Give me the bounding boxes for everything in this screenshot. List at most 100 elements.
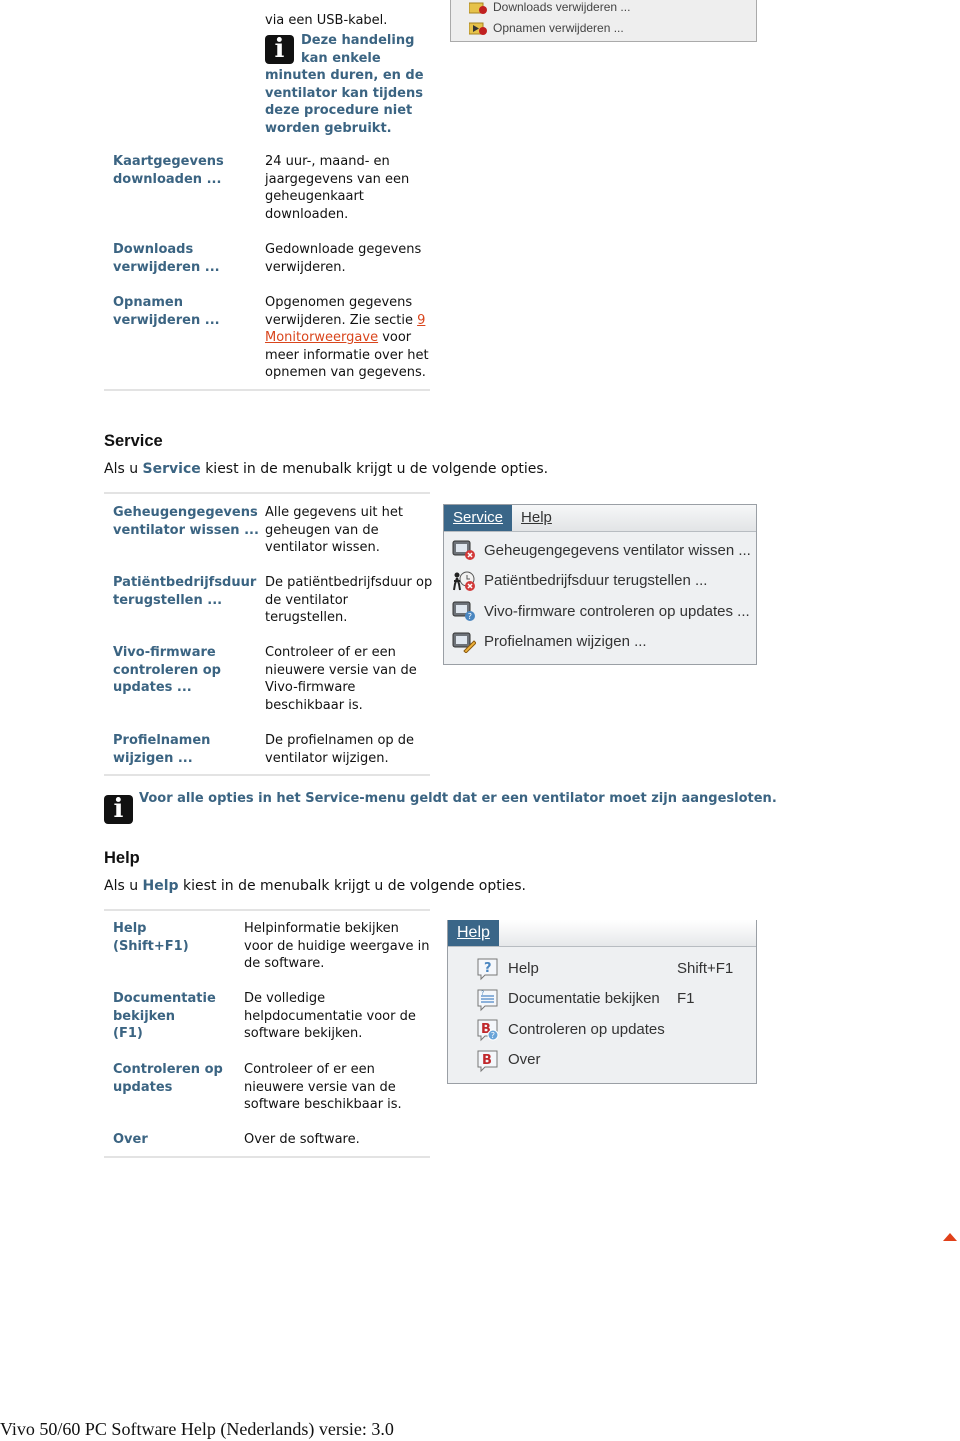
desc-line: downloaden.	[265, 206, 349, 222]
desc-line: De profielnamen op de	[265, 733, 415, 748]
menu-item-shortcut: Shift+F1	[677, 959, 734, 977]
term-line: downloaden ...	[113, 171, 222, 187]
menu-item-vivo-firmware-updates[interactable]: ? Vivo-firmware controleren op updates .…	[452, 596, 756, 627]
svg-text:?: ?	[468, 612, 472, 621]
term-line: Over	[113, 1132, 148, 1147]
desc-line: verwijderen.	[265, 259, 346, 275]
desc-line: Opgenomen gegevens	[265, 295, 413, 310]
desc-downloads-verwijderen: Gedownloade gegevens verwijderen.	[265, 241, 421, 276]
menu-item-label: Over	[508, 1051, 541, 1069]
term-opnamen-verwijderen: Opnamen verwijderen ...	[113, 294, 220, 329]
term-kaartgegevens: Kaartgegevens downloaden ...	[113, 153, 224, 188]
desc-line: Over de software.	[244, 1132, 360, 1147]
menu-tab-label: Service	[453, 509, 504, 526]
documentation-icon: ?	[476, 988, 498, 1011]
file-menu-screenshot: Downloads verwijderen ... Opnamen verwij…	[450, 0, 757, 42]
svg-text:B: B	[482, 1053, 492, 1068]
intro-text: Als u	[104, 461, 143, 477]
term-line: verwijderen ...	[113, 259, 220, 275]
menu-item-profielnamen-wijzigen[interactable]: Profielnamen wijzigen ...	[452, 627, 756, 658]
desc-line: de software.	[244, 956, 325, 972]
menu-item-downloads-verwijderen[interactable]: Downloads verwijderen ...	[451, 0, 756, 17]
patient-clock-reset-icon	[452, 570, 475, 592]
desc-opnamen-verwijderen: Opgenomen gegevens verwijderen. Zie sect…	[265, 294, 429, 382]
menubar: Help	[448, 920, 756, 947]
term-line: Controleren op	[113, 1062, 223, 1077]
table-divider	[104, 389, 430, 391]
desc-help: Helpinformatie bekijken voor de huidige …	[244, 920, 429, 973]
svg-text:?: ?	[484, 961, 492, 976]
menu-tab-service[interactable]: Service	[444, 505, 513, 531]
section-link-number[interactable]: 9	[417, 313, 425, 328]
desc-patientbedrijfsduur: De patiëntbedrijfsduur op de ventilator …	[265, 574, 432, 627]
desc-over: Over de software.	[244, 1131, 360, 1149]
menu-item-label: Help	[508, 959, 539, 977]
desc-line: Controleer of er een	[265, 645, 396, 660]
svg-text:?: ?	[491, 1031, 495, 1040]
menu-tab-label: Help	[521, 509, 552, 526]
term-patientbedrijfsduur: Patiëntbedrijfsduur terugstellen ...	[113, 574, 256, 609]
menu-item-label: Patiëntbedrijfsduur terugstellen ...	[484, 572, 708, 590]
service-note: Voor alle opties in het Service-menu gel…	[139, 791, 777, 806]
desc-line: jaargegevens van een	[265, 171, 410, 187]
menu-item-label: Documentatie bekijken	[508, 990, 660, 1008]
menu-item-label: Vivo-firmware controleren op updates ...	[484, 602, 750, 620]
term-geheugengegevens: Geheugengegevens ventilator wissen ...	[113, 504, 259, 539]
term-line: Geheugengegevens	[113, 505, 258, 520]
term-line: Opnamen	[113, 295, 184, 310]
table-divider	[104, 909, 430, 911]
term-line: (Shift+F1)	[113, 938, 189, 954]
note-line: deze procedure niet	[265, 103, 413, 119]
usb-cable-text: via een USB-kabel.	[265, 13, 388, 28]
menu-item-controleren-updates[interactable]: B? Controleren op updates	[476, 1014, 756, 1045]
desc-line: geheugen van de	[265, 522, 379, 538]
monitor-question-icon: ?	[452, 600, 475, 622]
intro-text: kiest in de menubalk krijgt u de volgend…	[200, 461, 549, 477]
term-vivo-firmware: Vivo-firmware controleren op updates ...	[113, 644, 221, 697]
desc-line: Monitorweergave voor	[265, 329, 429, 347]
term-line: wijzigen ...	[113, 750, 193, 766]
desc-line: ventilator wijzigen.	[265, 750, 389, 766]
term-line: Kaartgegevens	[113, 154, 224, 169]
desc-line: Vivo-firmware	[265, 680, 356, 696]
term-downloads-verwijderen: Downloads verwijderen ...	[113, 241, 220, 276]
desc-line: software beschikbaar is.	[244, 1097, 402, 1113]
desc-line: voor de huidige weergave in	[244, 938, 430, 954]
desc-documentatie: De volledige helpdocumentatie voor de so…	[244, 990, 416, 1043]
menu-item-help[interactable]: ? Help Shift+F1	[476, 953, 756, 984]
term-help: Help (Shift+F1)	[113, 920, 189, 955]
check-updates-icon: B?	[476, 1018, 499, 1042]
service-menu-screenshot: Service Help Geheugengegevens ventilator…	[443, 504, 757, 665]
desc-vivo-firmware: Controleer of er een nieuwere versie van…	[265, 644, 417, 714]
desc-line: Controleer of er een	[244, 1062, 375, 1077]
menu-item-documentatie[interactable]: ? Documentatie bekijken F1	[476, 984, 756, 1015]
menu-item-over[interactable]: B Over	[476, 1045, 756, 1076]
help-intro: Als u Help kiest in de menubalk krijgt u…	[104, 878, 526, 894]
term-over: Over	[113, 1131, 148, 1149]
menu-item-patientbedrijfsduur[interactable]: Patiëntbedrijfsduur terugstellen ...	[452, 566, 756, 597]
desc-line: 24 uur-, maand- en	[265, 154, 390, 169]
desc-kaartgegevens: 24 uur-, maand- en jaargegevens van een …	[265, 153, 409, 223]
help-heading: Help	[104, 849, 140, 867]
menu-tab-label: Help	[457, 924, 490, 941]
menu-tab-help[interactable]: Help	[512, 505, 561, 531]
term-line: terugstellen ...	[113, 592, 223, 608]
desc-line: nieuwere versie van de	[244, 1079, 396, 1095]
desc-geheugengegevens: Alle gegevens uit het geheugen van de ve…	[265, 504, 403, 557]
menu-item-opnamen-verwijderen[interactable]: Opnamen verwijderen ...	[451, 17, 756, 39]
section-link-monitorweergave[interactable]: Monitorweergave	[265, 330, 378, 345]
desc-line: nieuwere versie van de	[265, 662, 417, 678]
desc-line: de ventilator	[265, 592, 348, 608]
note-line: worden gebruikt.	[265, 120, 392, 136]
footer-version: Vivo 50/60 PC Software Help (Nederlands)…	[0, 1419, 394, 1439]
service-heading: Service	[104, 432, 163, 450]
menu-tab-help[interactable]: Help	[448, 920, 499, 946]
menu-item-geheugengegevens-wissen[interactable]: Geheugengegevens ventilator wissen ...	[452, 535, 756, 566]
intro-keyword: Service	[142, 461, 201, 477]
intro-keyword: Help	[142, 878, 179, 894]
term-line: bekijken	[113, 1008, 176, 1024]
term-line: updates ...	[113, 680, 192, 696]
back-to-top-icon[interactable]	[943, 1233, 957, 1241]
desc-line: Alle gegevens uit het	[265, 505, 403, 520]
menu-item-label: Opnamen verwijderen ...	[493, 21, 624, 35]
